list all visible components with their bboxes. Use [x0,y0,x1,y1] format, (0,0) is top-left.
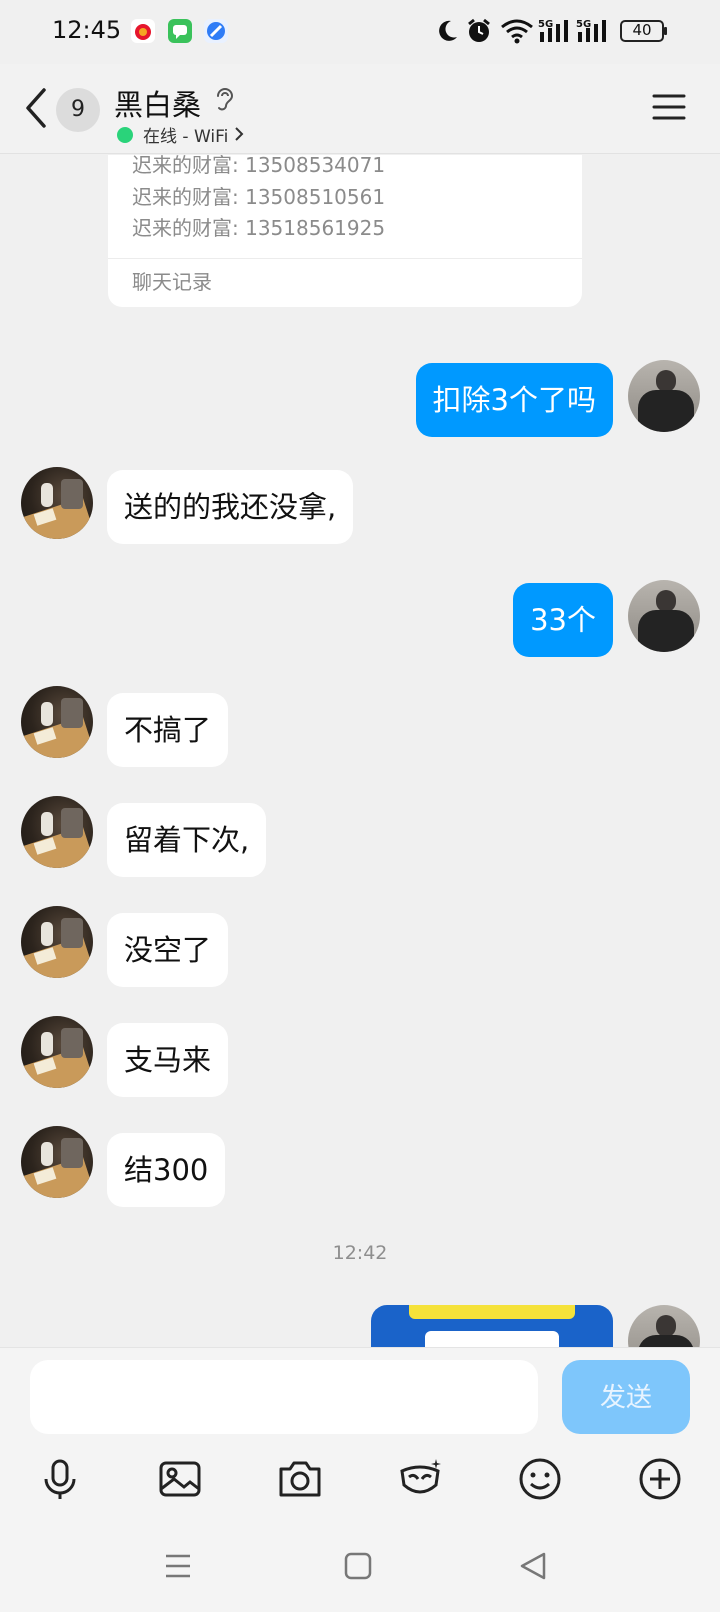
input-bar: 发送 [0,1347,720,1437]
message-bubble-outgoing[interactable]: 扣除3个了吗 [415,363,613,437]
status-time: 12:45 [52,16,122,44]
message-input[interactable] [30,1360,538,1434]
browser-icon [204,19,228,43]
divider [108,258,582,259]
image-card [425,1331,559,1347]
time-separator: 12:42 [332,1242,388,1264]
record-footer-label: 聊天记录 [132,270,212,294]
image-banner [409,1305,575,1319]
chat-area[interactable]: 迟来的财富: 13508534071 迟来的财富: 13508510561 迟来… [0,155,720,1347]
back-nav-icon[interactable] [518,1551,550,1581]
status-bar: 12:45 5G 5G 40 [0,0,720,64]
wifi-icon [501,19,533,44]
chevron-right-icon [235,127,244,141]
microphone-icon[interactable] [36,1455,84,1503]
self-avatar[interactable] [628,1305,700,1347]
chat-header: 9 黑白桑 在线 - WiFi [0,64,720,154]
chat-record-card[interactable]: 迟来的财富: 13508534071 迟来的财富: 13508510561 迟来… [108,155,582,307]
online-indicator [117,127,133,143]
menu-button[interactable] [652,92,686,122]
alarm-icon [468,18,490,42]
record-line: 迟来的财富: 13508510561 [132,185,386,209]
message-bubble-incoming[interactable]: 没空了 [107,913,229,987]
contact-avatar[interactable] [21,1016,93,1088]
image-message[interactable] [371,1305,613,1347]
plus-icon[interactable] [636,1455,684,1503]
unread-count-badge[interactable]: 9 [56,88,100,132]
contact-avatar[interactable] [21,906,93,978]
message-bubble-incoming[interactable]: 留着下次, [107,803,267,877]
contact-avatar[interactable] [21,686,93,758]
menu-nav-icon[interactable] [162,1551,194,1581]
messages-icon [168,19,192,43]
contact-name[interactable]: 黑白桑 [114,82,201,124]
record-line: 迟来的财富: 13508534071 [132,155,386,177]
record-line: 迟来的财富: 13518561925 [132,216,386,240]
emoji-icon[interactable] [516,1455,564,1503]
online-status[interactable]: 在线 - WiFi [143,122,228,147]
home-nav-icon[interactable] [342,1551,374,1581]
battery-icon: 40 [620,20,668,44]
battery-level: 40 [632,21,652,39]
image-icon[interactable] [156,1455,204,1503]
back-button[interactable] [22,86,52,130]
contact-avatar[interactable] [21,796,93,868]
send-button[interactable]: 发送 [562,1360,690,1434]
contact-avatar[interactable] [21,1126,93,1198]
signal-5g-icon: 5G [576,19,606,42]
system-nav-bar [0,1517,720,1612]
ear-icon[interactable] [214,86,236,114]
moon-icon [439,20,457,41]
message-bubble-incoming[interactable]: 支马来 [107,1023,229,1097]
message-bubble-outgoing[interactable]: 33个 [513,583,613,657]
self-avatar[interactable] [628,580,700,652]
message-bubble-incoming[interactable]: 送的的我还没拿, [107,470,354,544]
signal-5g-icon: 5G [538,19,568,42]
weibo-icon [131,19,155,43]
contact-avatar[interactable] [21,467,93,539]
input-toolbar [0,1437,720,1517]
face-mask-icon[interactable] [396,1455,444,1503]
self-avatar[interactable] [628,360,700,432]
camera-icon[interactable] [276,1455,324,1503]
message-bubble-incoming[interactable]: 结300 [107,1133,226,1207]
message-bubble-incoming[interactable]: 不搞了 [107,693,229,767]
